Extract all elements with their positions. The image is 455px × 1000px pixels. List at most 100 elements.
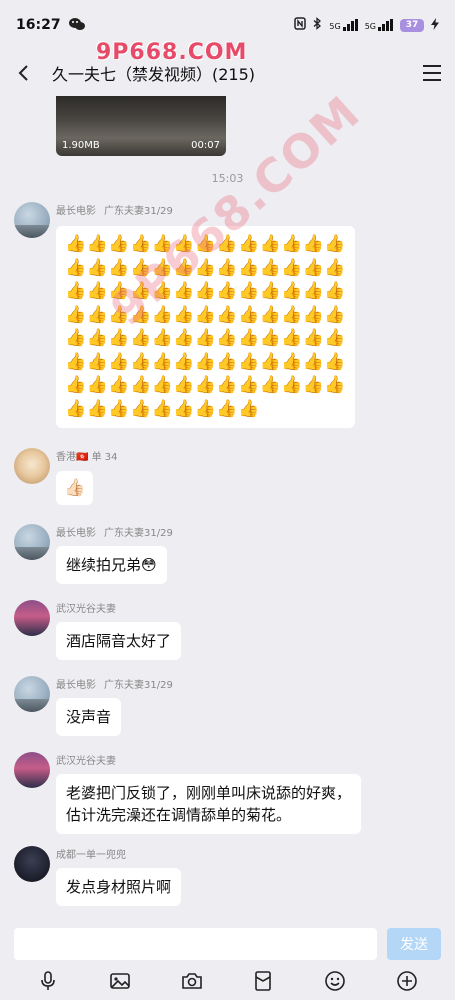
thumbs-up-emoji: 👍 bbox=[108, 257, 130, 278]
thumbs-up-emoji: 👍 bbox=[194, 234, 216, 254]
thumbs-up-emoji: 👍 bbox=[173, 234, 195, 254]
thumbs-up-emoji: 👍 bbox=[65, 398, 87, 419]
thumbs-up-emoji: 👍 bbox=[324, 234, 346, 254]
video-size: 1.90MB bbox=[62, 140, 100, 151]
emoji-icon[interactable] bbox=[322, 968, 348, 994]
thumbs-up-emoji: 👍 bbox=[86, 257, 108, 278]
thumbs-up-emoji: 👍 bbox=[216, 281, 238, 301]
thumbs-up-emoji: 👍 bbox=[194, 375, 216, 395]
avatar[interactable] bbox=[14, 752, 50, 788]
sender-name: 武汉光谷夫妻 bbox=[56, 756, 116, 767]
thumbs-up-emoji: 👍 bbox=[302, 304, 324, 325]
bolt-icon bbox=[431, 17, 439, 33]
avatar[interactable] bbox=[14, 524, 50, 560]
thumbs-up-emoji: 👍 bbox=[173, 375, 195, 395]
thumbs-up-emoji: 👍 bbox=[129, 351, 152, 372]
thumbs-up-emoji: 👍 bbox=[194, 281, 216, 301]
thumbs-up-emoji: 👍 bbox=[259, 328, 281, 348]
thumbs-up-emoji: 👍 bbox=[302, 257, 324, 278]
image-icon[interactable] bbox=[107, 968, 133, 994]
thumbs-up-emoji: 👍 bbox=[281, 257, 303, 278]
message-input[interactable] bbox=[14, 928, 377, 960]
thumbs-up-emoji: 👍 bbox=[237, 234, 260, 254]
message-item: 最长电影 广东夫妻31/29 继续拍兄弟😳 bbox=[14, 524, 444, 584]
thumbs-up-emoji: 👍 bbox=[216, 351, 238, 372]
thumbs-up-emoji: 👍 bbox=[194, 351, 216, 372]
message-bubble[interactable]: 👍 👍 👍 👍 👍 👍 👍 👍 👍 👍 👍 👍 👍 👍 👍 👍 👍 👍 👍 👍 👍 👍 👍 👍 👍 👍 👍 👍 👍 👍 👍 👍 👍 👍 👍 👍 👍 👍 👍 👍… bbox=[56, 226, 355, 428]
thumbs-up-emoji: 👍 bbox=[194, 304, 216, 325]
thumbs-up-emoji: 👍 bbox=[173, 304, 195, 325]
status-time: 16:27 bbox=[16, 17, 61, 33]
thumbs-up-emoji: 👍 bbox=[216, 328, 238, 348]
thumbs-up-emoji: 👍 bbox=[86, 281, 108, 301]
thumbs-up-emoji: 👍 bbox=[151, 351, 173, 372]
thumbs-up-emoji: 👍 bbox=[302, 328, 324, 348]
red-packet-icon[interactable] bbox=[250, 968, 276, 994]
thumbs-up-emoji: 👍 bbox=[302, 375, 324, 395]
thumbs-up-emoji: 👍 bbox=[65, 257, 87, 278]
message-bubble[interactable]: 继续拍兄弟😳 bbox=[56, 546, 167, 584]
microphone-icon[interactable] bbox=[35, 968, 61, 994]
thumbs-up-emoji: 👍 bbox=[237, 328, 260, 348]
thumbs-up-emoji: 👍 bbox=[216, 304, 238, 325]
chevron-left-icon[interactable] bbox=[14, 63, 34, 83]
thumbs-up-emoji: 👍 bbox=[151, 304, 173, 325]
thumbs-up-emoji: 👍 bbox=[86, 375, 108, 395]
thumbs-up-emoji: 👍 bbox=[216, 398, 238, 419]
thumbs-up-emoji: 👍 bbox=[194, 257, 216, 278]
input-toolbar bbox=[0, 962, 455, 1000]
thumbs-up-emoji: 👍 bbox=[173, 398, 195, 419]
thumbs-up-emoji: 👍 bbox=[324, 328, 346, 348]
thumbs-up-emoji: 👍 bbox=[237, 351, 260, 372]
bluetooth-icon bbox=[313, 17, 322, 33]
thumbs-up-emoji: 👍 bbox=[86, 328, 108, 348]
thumbs-up-emoji: 👍 bbox=[151, 257, 173, 278]
thumbs-up-emoji: 👍 bbox=[216, 375, 238, 395]
thumbs-up-emoji: 👍 bbox=[302, 281, 324, 301]
message-bubble[interactable]: 👍🏻 bbox=[56, 471, 94, 505]
avatar[interactable] bbox=[14, 846, 50, 882]
menu-icon[interactable] bbox=[423, 65, 441, 81]
sender-name: 最长电影 广东夫妻31/29 bbox=[56, 528, 173, 539]
message-bubble[interactable]: 酒店隔音太好了 bbox=[56, 622, 182, 660]
video-message[interactable]: 1.90MB 00:07 bbox=[56, 96, 226, 156]
avatar[interactable] bbox=[14, 202, 50, 238]
chat-area[interactable]: 1.90MB 00:07 15:03 最长电影 广东夫妻31/29 👍 👍 👍 👍 👍 👍 👍… bbox=[0, 96, 455, 926]
thumbs-up-emoji: 👍 bbox=[259, 304, 281, 325]
camera-icon[interactable] bbox=[179, 968, 205, 994]
signal-1: 5G bbox=[329, 19, 358, 31]
message-bubble[interactable]: 老婆把门反锁了，刚刚单叫床说舔的好爽， 估计洗完澡还在调情舔单的菊花。 bbox=[56, 774, 362, 834]
thumbs-up-emoji: 👍 bbox=[324, 281, 346, 301]
message-bubble[interactable]: 发点身材照片啊 bbox=[56, 868, 182, 906]
message-text-line-1: 老婆把门反锁了，刚刚单叫床说舔的好爽， bbox=[66, 784, 352, 802]
message-bubble[interactable]: 没声音 bbox=[56, 698, 122, 736]
thumbs-up-emoji: 👍 bbox=[259, 281, 281, 301]
thumbs-up-emoji: 👍 bbox=[302, 351, 324, 372]
message-item: 香港🇭🇰 单 34 👍🏻 bbox=[14, 448, 444, 508]
avatar[interactable] bbox=[14, 600, 50, 636]
plus-icon[interactable] bbox=[394, 968, 420, 994]
send-button[interactable]: 发送 bbox=[387, 928, 441, 960]
thumbs-up-emoji: 👍 bbox=[281, 281, 303, 301]
thumbs-up-emoji: 👍 bbox=[65, 234, 87, 254]
thumbs-up-emoji: 👍 bbox=[129, 398, 152, 419]
avatar[interactable] bbox=[14, 676, 50, 712]
message-item: 成都一单一兜兜 发点身材照片啊 bbox=[14, 846, 444, 906]
avatar[interactable] bbox=[14, 448, 50, 484]
thumbs-up-emoji: 👍 bbox=[237, 281, 260, 301]
emoji-grid: 👍 👍 👍 👍 👍 👍 👍 👍 👍 👍 👍 👍 👍 👍 👍 👍 👍 👍 👍 👍 👍 👍 👍 👍 👍 👍 👍 👍 👍 👍 👍 👍 👍 👍 👍 👍 👍 👍 👍 👍… bbox=[65, 233, 346, 421]
thumbs-up-emoji: 👍 bbox=[129, 281, 152, 301]
thumbs-up-emoji: 👍 bbox=[151, 281, 173, 301]
thumbs-up-emoji: 👍 bbox=[86, 234, 108, 254]
thumbs-up-emoji: 👍 bbox=[173, 257, 195, 278]
thumbs-up-emoji: 👍 bbox=[324, 304, 346, 325]
thumbs-up-emoji: 👍 bbox=[151, 234, 173, 254]
thumbs-up-emoji: 👍 bbox=[108, 398, 130, 419]
thumbs-up-emoji: 👍 bbox=[194, 398, 216, 419]
thumbs-up-emoji: 👍 bbox=[108, 328, 130, 348]
thumbs-up-emoji: 👍 bbox=[108, 281, 130, 301]
thumbs-up-emoji: 👍 bbox=[129, 234, 152, 254]
battery-indicator: 37 bbox=[400, 18, 424, 32]
thumbs-up-emoji: 👍 bbox=[108, 304, 130, 325]
thumbs-up-emoji: 👍 bbox=[108, 234, 130, 254]
